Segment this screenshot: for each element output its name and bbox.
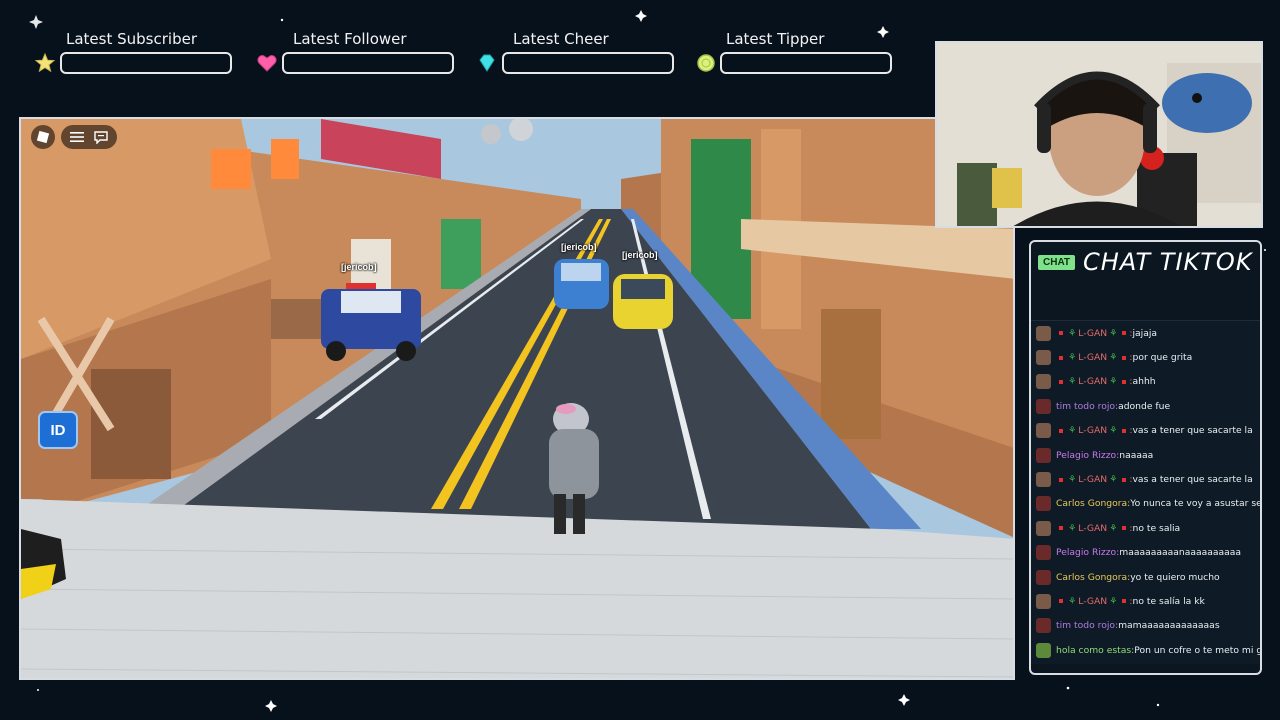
- chat-bubble-icon[interactable]: [93, 129, 109, 145]
- chat-username: ⚘ L-GAN ⚘:: [1056, 596, 1133, 607]
- avatar: [1036, 374, 1051, 390]
- latest-tipper-box: [720, 52, 892, 74]
- chat-message-text: ahhh: [1132, 376, 1156, 388]
- avatar: [1036, 325, 1051, 341]
- chat-username: ⚘ L-GAN ⚘:: [1056, 352, 1133, 363]
- menu-icon[interactable]: [69, 129, 85, 145]
- roblox-menu-pill: [61, 125, 117, 149]
- latest-subscriber-box: [60, 52, 232, 74]
- roblox-topbar: [31, 125, 117, 149]
- avatar: [1036, 520, 1051, 536]
- chat-header: CHAT CHAT TIKTOK: [1038, 248, 1253, 276]
- chat-message: tim todo rojo: adonde fue: [1031, 394, 1260, 418]
- player-nametag: [jericob]: [622, 250, 658, 260]
- chat-message: ⚘ L-GAN ⚘: jajaja: [1031, 321, 1260, 345]
- chat-message-text: yo te quiero mucho: [1130, 571, 1220, 583]
- chat-message: ⚘ L-GAN ⚘: vas a tener que sacarte la: [1031, 419, 1260, 443]
- avatar: [1036, 545, 1051, 561]
- chat-message-text: vas a tener que sacarte la: [1132, 425, 1253, 437]
- latest-cheer-label: Latest Cheer: [513, 30, 609, 48]
- avatar: [1036, 642, 1051, 658]
- chat-message: Pelagio Rizzo: naaaaa: [1031, 443, 1260, 467]
- latest-tipper-label: Latest Tipper: [726, 30, 825, 48]
- avatar: [1036, 496, 1051, 512]
- chat-username: ⚘ L-GAN ⚘:: [1056, 425, 1133, 436]
- avatar: [1036, 398, 1051, 414]
- chat-message-text: vas a tener que sacarte la: [1132, 474, 1253, 486]
- chat-username: ⚘ L-GAN ⚘:: [1056, 328, 1133, 339]
- id-button[interactable]: ID: [38, 411, 78, 449]
- chat-message-list[interactable]: ⚘ L-GAN ⚘: jajaja ⚘ L-GAN ⚘: por que grita ⚘ L-…: [1031, 320, 1260, 664]
- avatar: [1036, 423, 1051, 439]
- chat-message-text: adonde fue: [1118, 400, 1171, 412]
- chat-message-text: por que grita: [1132, 352, 1193, 364]
- player-nametag: [jericob]: [561, 242, 597, 252]
- chat-message-text: Yo nunca te voy a asustar seg: [1130, 498, 1260, 510]
- chat-message: ⚘ L-GAN ⚘: no te salía la kk: [1031, 589, 1260, 613]
- chat-message: ⚘ L-GAN ⚘: por que grita: [1031, 345, 1260, 369]
- chat-message-text: no te salia: [1132, 522, 1181, 534]
- avatar: [1036, 618, 1051, 634]
- chat-message-text: Pon un cofre o te meto mi ga: [1134, 644, 1260, 656]
- chat-username: Pelagio Rizzo:: [1056, 547, 1120, 559]
- chat-tag: CHAT: [1038, 254, 1076, 270]
- roblox-logo-icon[interactable]: [31, 125, 55, 149]
- chat-username: Carlos Gongora:: [1056, 571, 1131, 583]
- latest-follower-box: [282, 52, 454, 74]
- chat-message-text: mamaaaaaaaaaaaaas: [1118, 620, 1220, 632]
- latest-subscriber-label: Latest Subscriber: [66, 30, 197, 48]
- latest-follower-label: Latest Follower: [293, 30, 407, 48]
- avatar: [1036, 350, 1051, 366]
- chat-message: ⚘ L-GAN ⚘: ahhh: [1031, 370, 1260, 394]
- chat-title: CHAT TIKTOK: [1083, 248, 1253, 276]
- avatar: [1036, 593, 1051, 609]
- chat-message: tim todo rojo: mamaaaaaaaaaaaaas: [1031, 614, 1260, 638]
- game-scene: [21, 119, 1013, 678]
- webcam-image: [937, 43, 1261, 226]
- chat-message: Carlos Gongora: yo te quiero mucho: [1031, 565, 1260, 589]
- chat-username: ⚘ L-GAN ⚘:: [1056, 474, 1133, 485]
- chat-username: hola como estas:: [1056, 644, 1135, 656]
- gem-icon: [479, 54, 495, 72]
- avatar: [1036, 569, 1051, 585]
- avatar: [1036, 472, 1051, 488]
- chat-message-text: no te salía la kk: [1132, 595, 1205, 607]
- chat-message-text: maaaaaaaaanaaaaaaaaaa: [1119, 547, 1242, 559]
- chat-username: Carlos Gongora:: [1056, 498, 1131, 510]
- avatar: [1036, 447, 1051, 463]
- chat-username: ⚘ L-GAN ⚘:: [1056, 376, 1133, 387]
- chat-message-text: jajaja: [1132, 327, 1158, 339]
- coin-icon: [697, 54, 715, 72]
- chat-message: Carlos Gongora: Yo nunca te voy a asusta…: [1031, 492, 1260, 516]
- latest-cheer-box: [502, 52, 674, 74]
- chat-message: ⚘ L-GAN ⚘: vas a tener que sacarte la: [1031, 467, 1260, 491]
- heart-icon: [257, 55, 277, 72]
- chat-message-text: naaaaa: [1119, 449, 1154, 461]
- webcam-feed: [935, 41, 1263, 228]
- star-icon: [34, 52, 56, 73]
- chat-username: ⚘ L-GAN ⚘:: [1056, 523, 1133, 534]
- player-nametag: [jericob]: [341, 262, 377, 272]
- game-viewport[interactable]: [jericob] [jericob] [jericob] ID: [19, 117, 1015, 680]
- chat-username: Pelagio Rizzo:: [1056, 449, 1120, 461]
- chat-message: hola como estas: Pon un cofre o te meto …: [1031, 638, 1260, 662]
- chat-message: ⚘ L-GAN ⚘: no te salia: [1031, 516, 1260, 540]
- chat-message: Pelagio Rizzo: maaaaaaaaanaaaaaaaaaa: [1031, 541, 1260, 565]
- chat-username: tim todo rojo:: [1056, 400, 1119, 412]
- chat-username: tim todo rojo:: [1056, 620, 1119, 632]
- chat-panel: CHAT CHAT TIKTOK ⚘ L-GAN ⚘: jajaja ⚘ L-GAN ⚘:…: [1029, 240, 1262, 675]
